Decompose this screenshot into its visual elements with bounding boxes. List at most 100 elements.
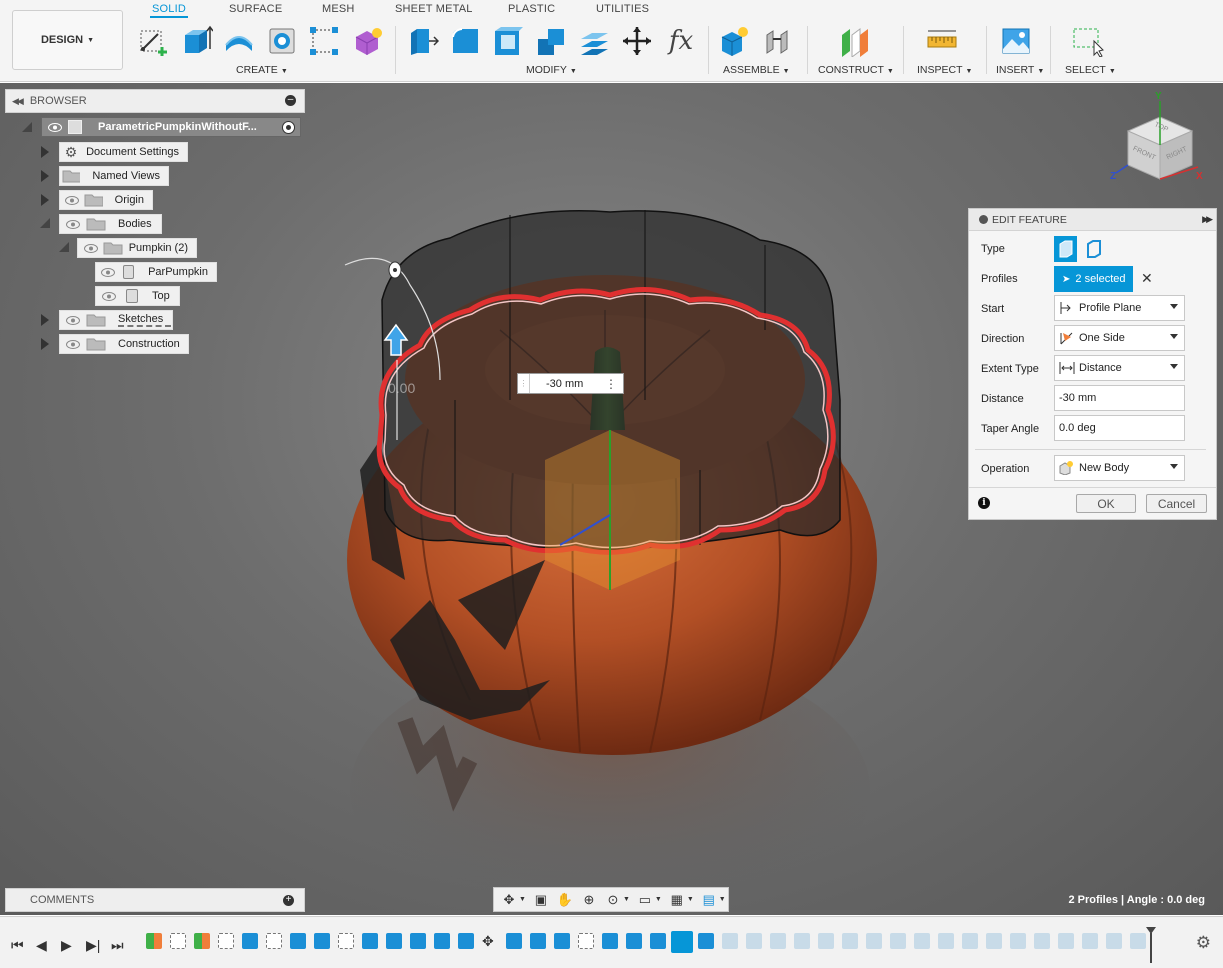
timeline-feature-sketch-icon[interactable]: [170, 933, 186, 949]
browser-bodies[interactable]: Bodies: [59, 214, 162, 234]
timeline-feature-faded-icon[interactable]: [1034, 933, 1050, 949]
timeline-feature-plane-icon[interactable]: [194, 933, 210, 949]
revolve-icon[interactable]: [222, 24, 256, 58]
activate-radio-icon[interactable]: [282, 120, 295, 134]
timeline-feature-extrude-icon[interactable]: [698, 933, 714, 949]
cancel-button[interactable]: Cancel: [1146, 494, 1207, 513]
visibility-eye-icon[interactable]: [64, 338, 82, 350]
chevron-down-icon[interactable]: ▼: [519, 896, 526, 903]
press-pull-icon[interactable]: [406, 24, 440, 58]
timeline-track[interactable]: ✥: [146, 931, 1156, 961]
start-select[interactable]: Profile Plane: [1054, 295, 1185, 321]
timeline-feature-shell-icon[interactable]: [530, 933, 546, 949]
browser-document-settings[interactable]: ⚙ Document Settings: [59, 142, 188, 162]
timeline-feature-combine-icon[interactable]: [458, 933, 474, 949]
timeline-feature-faded-icon[interactable]: [866, 933, 882, 949]
timeline-feature-combine-icon[interactable]: [602, 933, 618, 949]
look-at-icon[interactable]: ▣: [532, 892, 550, 908]
view-cube[interactable]: TOP FRONT RIGHT Y X Z: [1110, 91, 1210, 191]
inspect-menu[interactable]: INSPECT ▼: [917, 64, 972, 76]
timeline-feature-move-icon[interactable]: ✥: [482, 933, 498, 949]
add-comment-icon[interactable]: +: [283, 895, 294, 906]
visibility-eye-icon[interactable]: [64, 314, 82, 326]
browser-construction[interactable]: Construction: [59, 334, 189, 354]
offset-plane-icon[interactable]: [837, 24, 871, 58]
browser-sketches[interactable]: Sketches: [59, 310, 173, 330]
timeline-feature-active-icon[interactable]: [671, 931, 693, 953]
timeline-feature-combine-icon[interactable]: [650, 933, 666, 949]
browser-pumpkin-component[interactable]: Pumpkin (2): [77, 238, 197, 258]
collapse-icon[interactable]: [40, 218, 50, 228]
visibility-eye-icon[interactable]: [100, 290, 118, 302]
tab-surface[interactable]: SURFACE: [229, 3, 282, 15]
collapse-dialog-icon[interactable]: [979, 215, 988, 224]
taper-angle-input[interactable]: 0.0 deg: [1054, 415, 1185, 441]
timeline-feature-plane-icon[interactable]: [146, 933, 162, 949]
timeline-feature-faded-icon[interactable]: [794, 933, 810, 949]
insert-image-icon[interactable]: [999, 24, 1033, 58]
assemble-menu[interactable]: ASSEMBLE ▼: [723, 64, 790, 76]
timeline-feature-faded-icon[interactable]: [818, 933, 834, 949]
zoom-icon[interactable]: ⊕: [580, 892, 598, 908]
expand-icon[interactable]: [41, 194, 49, 206]
chevron-down-icon[interactable]: ▼: [623, 896, 630, 903]
visibility-eye-icon[interactable]: [46, 121, 64, 133]
create-menu[interactable]: CREATE ▼: [236, 64, 288, 76]
collapse-panel-icon[interactable]: ◀◀: [12, 96, 24, 107]
combine-icon[interactable]: [534, 24, 568, 58]
timeline-feature-faded-icon[interactable]: [962, 933, 978, 949]
measure-icon[interactable]: [925, 24, 959, 58]
timeline-feature-sketch-icon[interactable]: [218, 933, 234, 949]
timeline-feature-faded-icon[interactable]: [1130, 933, 1146, 949]
browser-named-views[interactable]: Named Views: [59, 166, 169, 186]
go-to-end-icon[interactable]: ⏭: [111, 937, 124, 954]
timeline-feature-faded-icon[interactable]: [746, 933, 762, 949]
chevron-down-icon[interactable]: ▼: [655, 896, 662, 903]
more-options-icon[interactable]: ⋮: [605, 377, 617, 391]
offset-face-icon[interactable]: [577, 24, 611, 58]
timeline-feature-faded-icon[interactable]: [986, 933, 1002, 949]
timeline-marker[interactable]: [1146, 927, 1156, 963]
browser-body-top[interactable]: Top: [95, 286, 180, 306]
create-sketch-icon[interactable]: [137, 24, 171, 58]
operation-select[interactable]: New Body: [1054, 455, 1185, 481]
expand-dialog-icon[interactable]: ▶▶: [1202, 214, 1213, 225]
timeline-feature-faded-icon[interactable]: [1010, 933, 1026, 949]
move-icon[interactable]: [620, 24, 654, 58]
timeline-feature-faded-icon[interactable]: [890, 933, 906, 949]
step-back-icon[interactable]: ◀: [36, 937, 47, 954]
sweep-icon[interactable]: [265, 24, 299, 58]
grid-icon[interactable]: ▦: [668, 892, 686, 908]
fillet-icon[interactable]: [449, 24, 483, 58]
timeline-feature-combine-icon[interactable]: [410, 933, 426, 949]
timeline-feature-extrude-icon[interactable]: [290, 933, 306, 949]
ok-button[interactable]: OK: [1076, 494, 1136, 513]
go-to-start-icon[interactable]: ⏮: [11, 937, 24, 954]
extent-type-select[interactable]: Distance: [1054, 355, 1185, 381]
profiles-selection[interactable]: ➤ 2 selected: [1054, 266, 1133, 292]
tab-sheet-metal[interactable]: SHEET METAL: [395, 3, 473, 15]
timeline-settings-gear-icon[interactable]: ⚙: [1196, 933, 1211, 953]
timeline-feature-faded-icon[interactable]: [722, 933, 738, 949]
chevron-down-icon[interactable]: ▼: [687, 896, 694, 903]
dialog-titlebar[interactable]: EDIT FEATURE ▶▶: [969, 209, 1216, 231]
pan-hand-icon[interactable]: ✋: [556, 892, 574, 908]
timeline-feature-combine-icon[interactable]: [506, 933, 522, 949]
select-icon[interactable]: [1071, 24, 1105, 58]
play-icon[interactable]: ▶: [61, 937, 72, 954]
expand-icon[interactable]: [41, 146, 49, 158]
browser-origin[interactable]: Origin: [59, 190, 153, 210]
minimize-icon[interactable]: –: [285, 95, 296, 106]
timeline-feature-fillet-icon[interactable]: [314, 933, 330, 949]
timeline-feature-sketch-icon[interactable]: [266, 933, 282, 949]
timeline-feature-extrude-icon[interactable]: [362, 933, 378, 949]
distance-input[interactable]: -30 mm: [1054, 385, 1185, 411]
drag-handle-icon[interactable]: ⋮: [518, 374, 530, 393]
comments-panel[interactable]: COMMENTS +: [5, 888, 305, 912]
timeline-feature-combine-icon[interactable]: [434, 933, 450, 949]
visibility-eye-icon[interactable]: [64, 194, 80, 206]
viewports-icon[interactable]: ▤: [700, 892, 718, 908]
browser-body-parpumpkin[interactable]: ParPumpkin: [95, 262, 217, 282]
clear-selection-icon[interactable]: ✕: [1141, 270, 1153, 287]
tab-plastic[interactable]: PLASTIC: [508, 3, 555, 15]
